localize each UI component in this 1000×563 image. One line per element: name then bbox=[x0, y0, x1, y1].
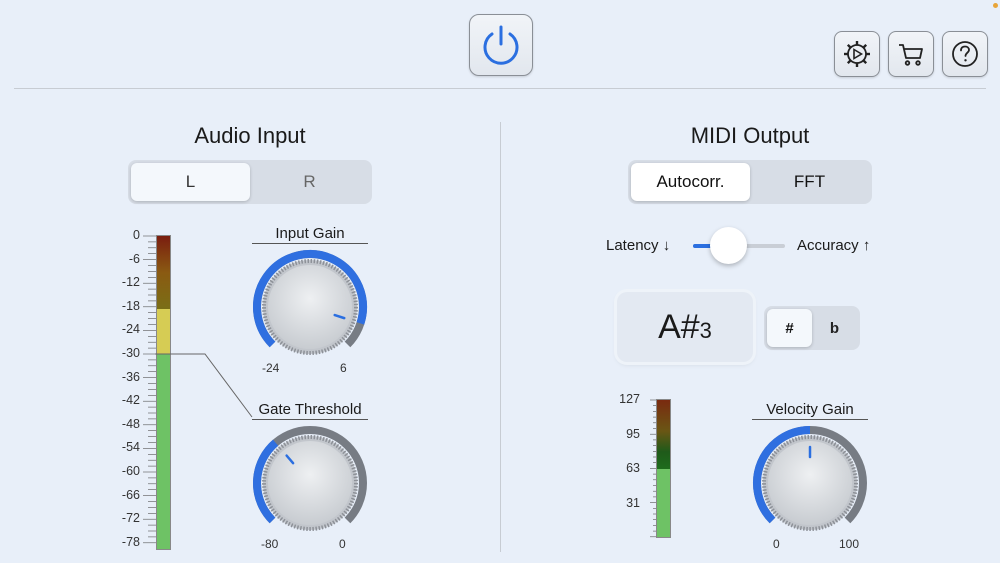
velocity-gain-knob[interactable] bbox=[750, 423, 870, 543]
midi-output-title: MIDI Output bbox=[690, 123, 810, 148]
velocity-gain-label: Velocity Gain bbox=[752, 401, 868, 420]
velocity-meter bbox=[650, 399, 671, 538]
gate-threshold-knob[interactable] bbox=[250, 423, 370, 543]
accuracy-label: Accuracy ↑ bbox=[797, 237, 871, 254]
latency-label: Latency ↓ bbox=[606, 237, 671, 254]
power-button[interactable] bbox=[469, 14, 533, 76]
velocity-tick-label: 127 bbox=[619, 392, 640, 406]
header-divider bbox=[14, 88, 986, 89]
input-meter-tick-label: -78 bbox=[121, 534, 140, 549]
accidental-selector[interactable]: # b bbox=[764, 306, 860, 350]
input-gain-knob[interactable] bbox=[250, 247, 370, 367]
input-gain-max: 6 bbox=[340, 361, 347, 375]
channel-selector[interactable]: L R bbox=[128, 160, 372, 204]
input-meter-tick-label: -24 bbox=[121, 322, 140, 337]
sharp-option[interactable]: # bbox=[767, 309, 812, 347]
velocity-gain-min: 0 bbox=[773, 537, 780, 551]
velocity-tick-label: 63 bbox=[626, 461, 640, 475]
help-button[interactable] bbox=[942, 31, 988, 77]
gate-threshold-min: -80 bbox=[261, 537, 279, 551]
input-meter-tick-label: -72 bbox=[121, 511, 140, 526]
mode-fft-option[interactable]: FFT bbox=[750, 163, 869, 201]
settings-button[interactable] bbox=[834, 31, 880, 77]
cart-icon bbox=[899, 44, 923, 66]
channel-r-option[interactable]: R bbox=[250, 163, 369, 201]
note-display: A# 3 bbox=[617, 292, 753, 362]
input-meter-tick-label: -42 bbox=[121, 393, 140, 408]
mode-autocorr-option[interactable]: Autocorr. bbox=[631, 163, 750, 201]
gear-play-icon bbox=[844, 41, 870, 67]
input-meter-tick-label: -60 bbox=[121, 464, 140, 478]
flat-option[interactable]: b bbox=[812, 309, 857, 347]
latency-accuracy-slider[interactable] bbox=[693, 226, 785, 266]
note-octave: 3 bbox=[699, 318, 712, 343]
input-meter-tick-label: -66 bbox=[121, 487, 140, 502]
velocity-gain-max: 100 bbox=[839, 537, 860, 551]
power-icon bbox=[483, 25, 519, 65]
gate-threshold-label: Gate Threshold bbox=[252, 401, 368, 420]
help-icon bbox=[952, 41, 978, 67]
input-gain-min: -24 bbox=[262, 361, 280, 375]
input-meter-tick-label: -30 bbox=[121, 346, 140, 360]
store-button[interactable] bbox=[888, 31, 934, 77]
input-meter-tick-label: -36 bbox=[121, 369, 140, 384]
input-meter-tick-label: -18 bbox=[121, 298, 140, 313]
input-meter-tick-label: -6 bbox=[128, 251, 140, 266]
status-dot bbox=[993, 3, 998, 8]
section-divider bbox=[500, 122, 501, 552]
input-meter-tick-label: -54 bbox=[121, 440, 140, 455]
input-meter-tick-label: -48 bbox=[121, 416, 140, 431]
slider-thumb[interactable] bbox=[710, 227, 747, 264]
audio-input-title: Audio Input bbox=[194, 123, 306, 148]
input-meter-tick-label: 0 bbox=[133, 228, 140, 242]
velocity-tick-label: 95 bbox=[626, 426, 640, 441]
velocity-tick-label: 31 bbox=[626, 495, 640, 510]
input-meter-tick-label: -12 bbox=[121, 275, 140, 290]
detection-mode-selector[interactable]: Autocorr. FFT bbox=[628, 160, 872, 204]
note-name: A# bbox=[658, 307, 700, 346]
gate-threshold-max: 0 bbox=[339, 537, 346, 551]
input-gain-label: Input Gain bbox=[252, 225, 368, 244]
channel-l-option[interactable]: L bbox=[131, 163, 250, 201]
